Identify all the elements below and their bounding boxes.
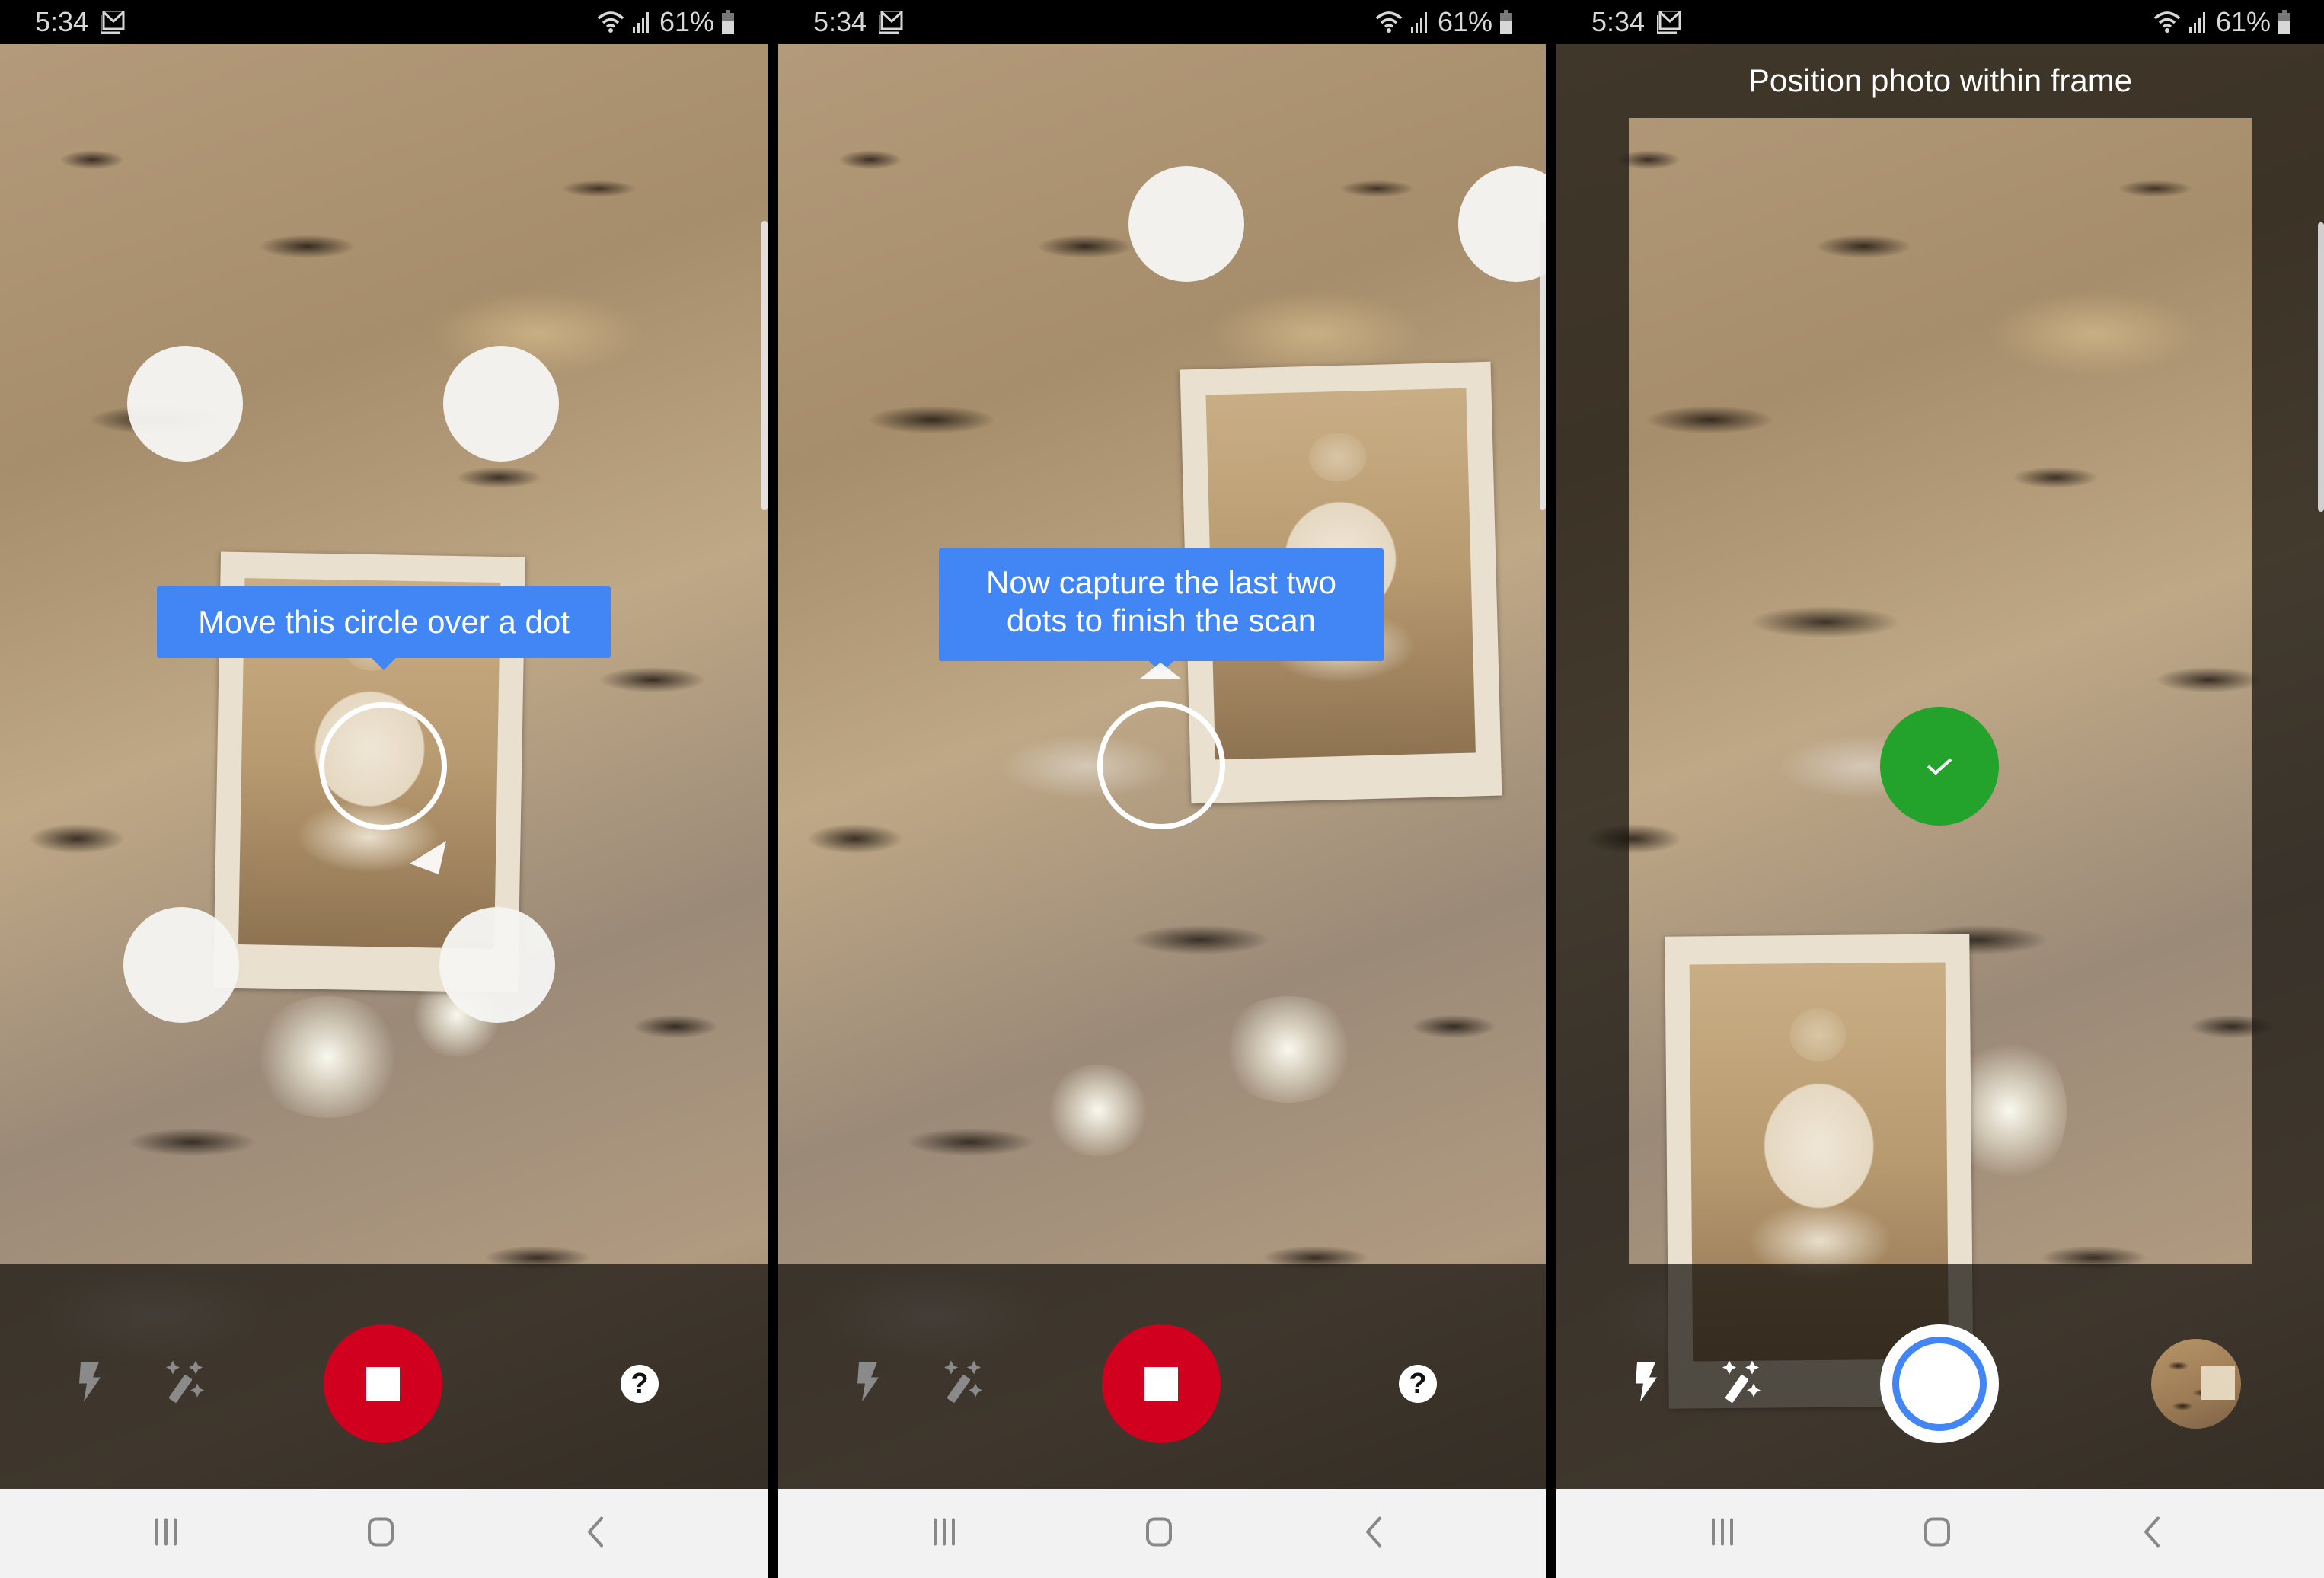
home-icon[interactable] [1145, 1516, 1173, 1551]
navigation-bar [778, 1489, 1546, 1578]
scan-circle-reticle [319, 702, 447, 830]
scan-target-dot-top-left [1128, 166, 1244, 282]
back-icon[interactable] [2144, 1516, 2160, 1551]
scan-target-dot-bottom-right [439, 907, 555, 1023]
check-icon [1927, 758, 1952, 775]
scan-target-dot-top-right [443, 346, 559, 462]
magic-wand-icon[interactable] [940, 1360, 986, 1407]
panel-divider [768, 0, 778, 1578]
phone-screen-scan-step-2: 5:34 61% Now capture the last two dots t… [778, 0, 1546, 1578]
stop-scan-button[interactable] [324, 1324, 442, 1443]
phone-screen-position-frame: 5:34 61% Position photo within frame [1556, 0, 2324, 1578]
cell-signal-icon [632, 11, 652, 34]
back-icon[interactable] [587, 1516, 604, 1551]
help-icon: ? [1409, 1368, 1427, 1400]
recents-icon[interactable] [1711, 1517, 1734, 1550]
scan-circle-reticle [1097, 701, 1225, 829]
stop-icon [1144, 1367, 1178, 1401]
flash-icon[interactable] [856, 1362, 879, 1406]
tooltip-text-line-1: Now capture the last two [986, 564, 1336, 600]
instruction-tooltip: Now capture the last two dots to finish … [939, 548, 1384, 673]
back-icon[interactable] [1365, 1516, 1382, 1551]
help-button[interactable]: ? [621, 1365, 659, 1403]
panel-divider [1546, 0, 1556, 1578]
camera-controls-bar: ? [778, 1264, 1546, 1489]
wifi-icon [1375, 11, 1403, 34]
help-button[interactable]: ? [1399, 1365, 1437, 1403]
status-time: 5:34 [1591, 6, 1646, 37]
wifi-icon [2153, 11, 2181, 34]
direction-arrow-icon [1139, 663, 1182, 679]
light-glare [1220, 996, 1357, 1103]
gmail-icon [101, 11, 125, 34]
home-icon[interactable] [367, 1516, 394, 1551]
cell-signal-icon [1410, 11, 1430, 34]
status-time: 5:34 [35, 6, 89, 37]
battery-percent: 61% [1437, 6, 1492, 37]
cell-signal-icon [2188, 11, 2208, 34]
scan-target-dot-top-left [127, 346, 243, 462]
phone-screen-scan-step-1: 5:34 61% Move this circle over a dot ? [0, 0, 768, 1578]
stop-scan-button[interactable] [1102, 1324, 1221, 1443]
edge-panel-handle[interactable] [761, 221, 768, 510]
edge-panel-handle[interactable] [1540, 221, 1546, 510]
battery-icon [1500, 10, 1512, 34]
camera-controls-bar [1556, 1264, 2324, 1489]
recents-icon[interactable] [155, 1517, 177, 1550]
battery-percent: 61% [659, 6, 714, 37]
recents-icon[interactable] [933, 1517, 956, 1550]
battery-icon [722, 10, 734, 34]
flash-icon[interactable] [1634, 1362, 1657, 1406]
shutter-button[interactable] [1880, 1324, 1999, 1443]
scan-target-dot-bottom-left [123, 907, 239, 1023]
gmail-icon [1657, 11, 1681, 34]
magic-wand-icon[interactable] [162, 1360, 208, 1407]
home-icon[interactable] [1923, 1516, 1951, 1551]
light-glare [1045, 1065, 1151, 1156]
battery-icon [2278, 10, 2290, 34]
tooltip-text: Move this circle over a dot [198, 604, 570, 640]
magic-wand-icon[interactable] [1719, 1360, 1764, 1407]
instruction-tooltip: Move this circle over a dot [157, 586, 611, 670]
wifi-icon [597, 11, 624, 34]
status-time: 5:34 [813, 6, 867, 37]
light-glare [251, 996, 404, 1118]
battery-percent: 61% [2215, 6, 2271, 37]
edge-panel-handle[interactable] [2318, 222, 2324, 512]
frame-mask-right [2252, 118, 2324, 1264]
frame-instruction-title: Position photo within frame [1748, 62, 2133, 98]
help-icon: ? [630, 1368, 649, 1400]
navigation-bar [1556, 1489, 2324, 1578]
thumbnail-photo [2201, 1366, 2235, 1400]
status-bar: 5:34 61% [1556, 0, 2324, 44]
stop-icon [366, 1367, 400, 1401]
frame-mask-left [1556, 118, 1629, 1264]
flash-icon[interactable] [78, 1362, 101, 1406]
confirm-check-button[interactable] [1880, 707, 1999, 826]
direction-arrow-icon [410, 841, 446, 874]
status-bar: 5:34 61% [778, 0, 1546, 44]
navigation-bar [0, 1489, 768, 1578]
last-scan-thumbnail[interactable] [2151, 1339, 2241, 1429]
tooltip-text-line-2: dots to finish the scan [1006, 602, 1317, 638]
camera-controls-bar: ? [0, 1264, 768, 1489]
gmail-icon [879, 11, 903, 34]
status-bar: 5:34 61% [0, 0, 768, 44]
shutter-ring [1892, 1337, 1987, 1431]
